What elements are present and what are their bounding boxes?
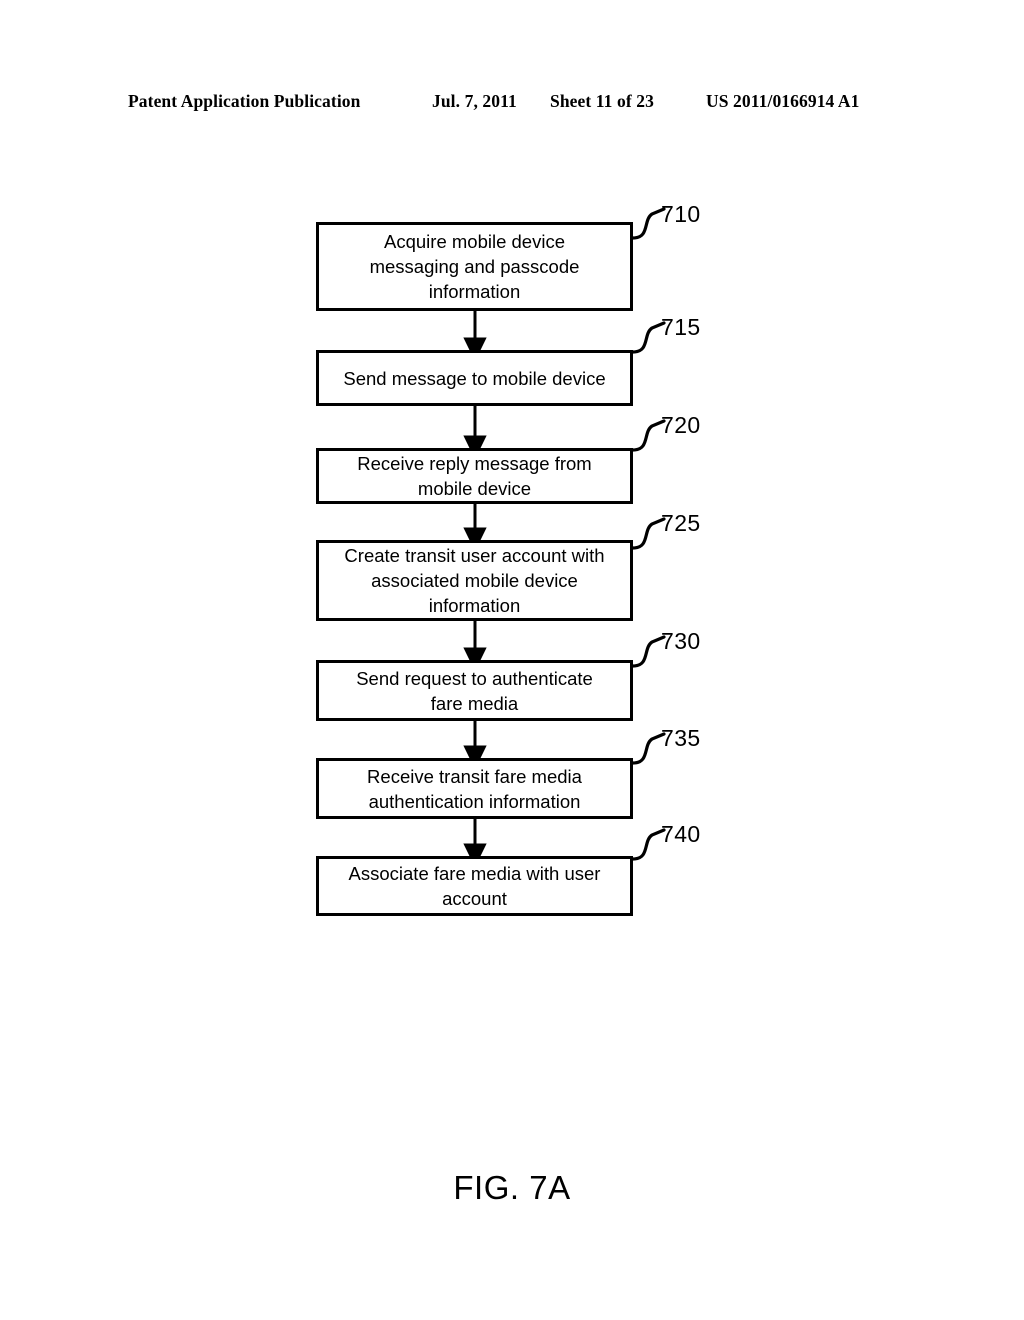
flowchart-node-740: Associate fare media with user account	[316, 856, 633, 916]
flowchart-node-730: Send request to authenticate fare media	[316, 660, 633, 721]
reference-numeral-720: 720	[661, 412, 701, 438]
leader-line-725	[631, 517, 666, 550]
leader-line-735	[631, 732, 666, 765]
leader-line-720	[631, 419, 666, 452]
leader-line-715	[631, 321, 666, 354]
flowchart-node-710: Acquire mobile device messaging and pass…	[316, 222, 633, 311]
flowchart-node-720-label: Receive reply message from mobile device	[357, 453, 592, 499]
reference-numeral-710: 710	[661, 201, 701, 227]
flowchart-node-725-label: Create transit user account with associa…	[344, 545, 605, 616]
reference-numeral-740: 740	[661, 821, 701, 847]
leader-line-730	[631, 635, 666, 668]
flowchart-figure: Acquire mobile device messaging and pass…	[0, 0, 1024, 1320]
flowchart-node-730-label: Send request to authenticate fare media	[356, 667, 593, 714]
flowchart-node-735: Receive transit fare media authenticatio…	[316, 758, 633, 819]
reference-numeral-730: 730	[661, 628, 701, 654]
figure-caption: FIG. 7A	[453, 1169, 571, 1206]
leader-line-740	[631, 828, 666, 861]
leader-line-710	[631, 207, 666, 240]
flowchart-node-715-label: Send message to mobile device	[343, 367, 606, 389]
reference-numeral-725: 725	[661, 510, 701, 536]
flowchart-node-720: Receive reply message from mobile device	[316, 448, 633, 504]
flowchart-node-735-label: Receive transit fare media authenticatio…	[367, 765, 582, 812]
flowchart-node-715: Send message to mobile device	[316, 350, 633, 406]
reference-numeral-715: 715	[661, 314, 701, 340]
reference-numeral-735: 735	[661, 725, 701, 751]
leader-line-group	[631, 207, 666, 861]
flowchart-node-740-label: Associate fare media with user account	[348, 863, 601, 909]
flowchart-node-725: Create transit user account with associa…	[316, 540, 633, 621]
flowchart-node-710-label: Acquire mobile device messaging and pass…	[369, 231, 580, 302]
